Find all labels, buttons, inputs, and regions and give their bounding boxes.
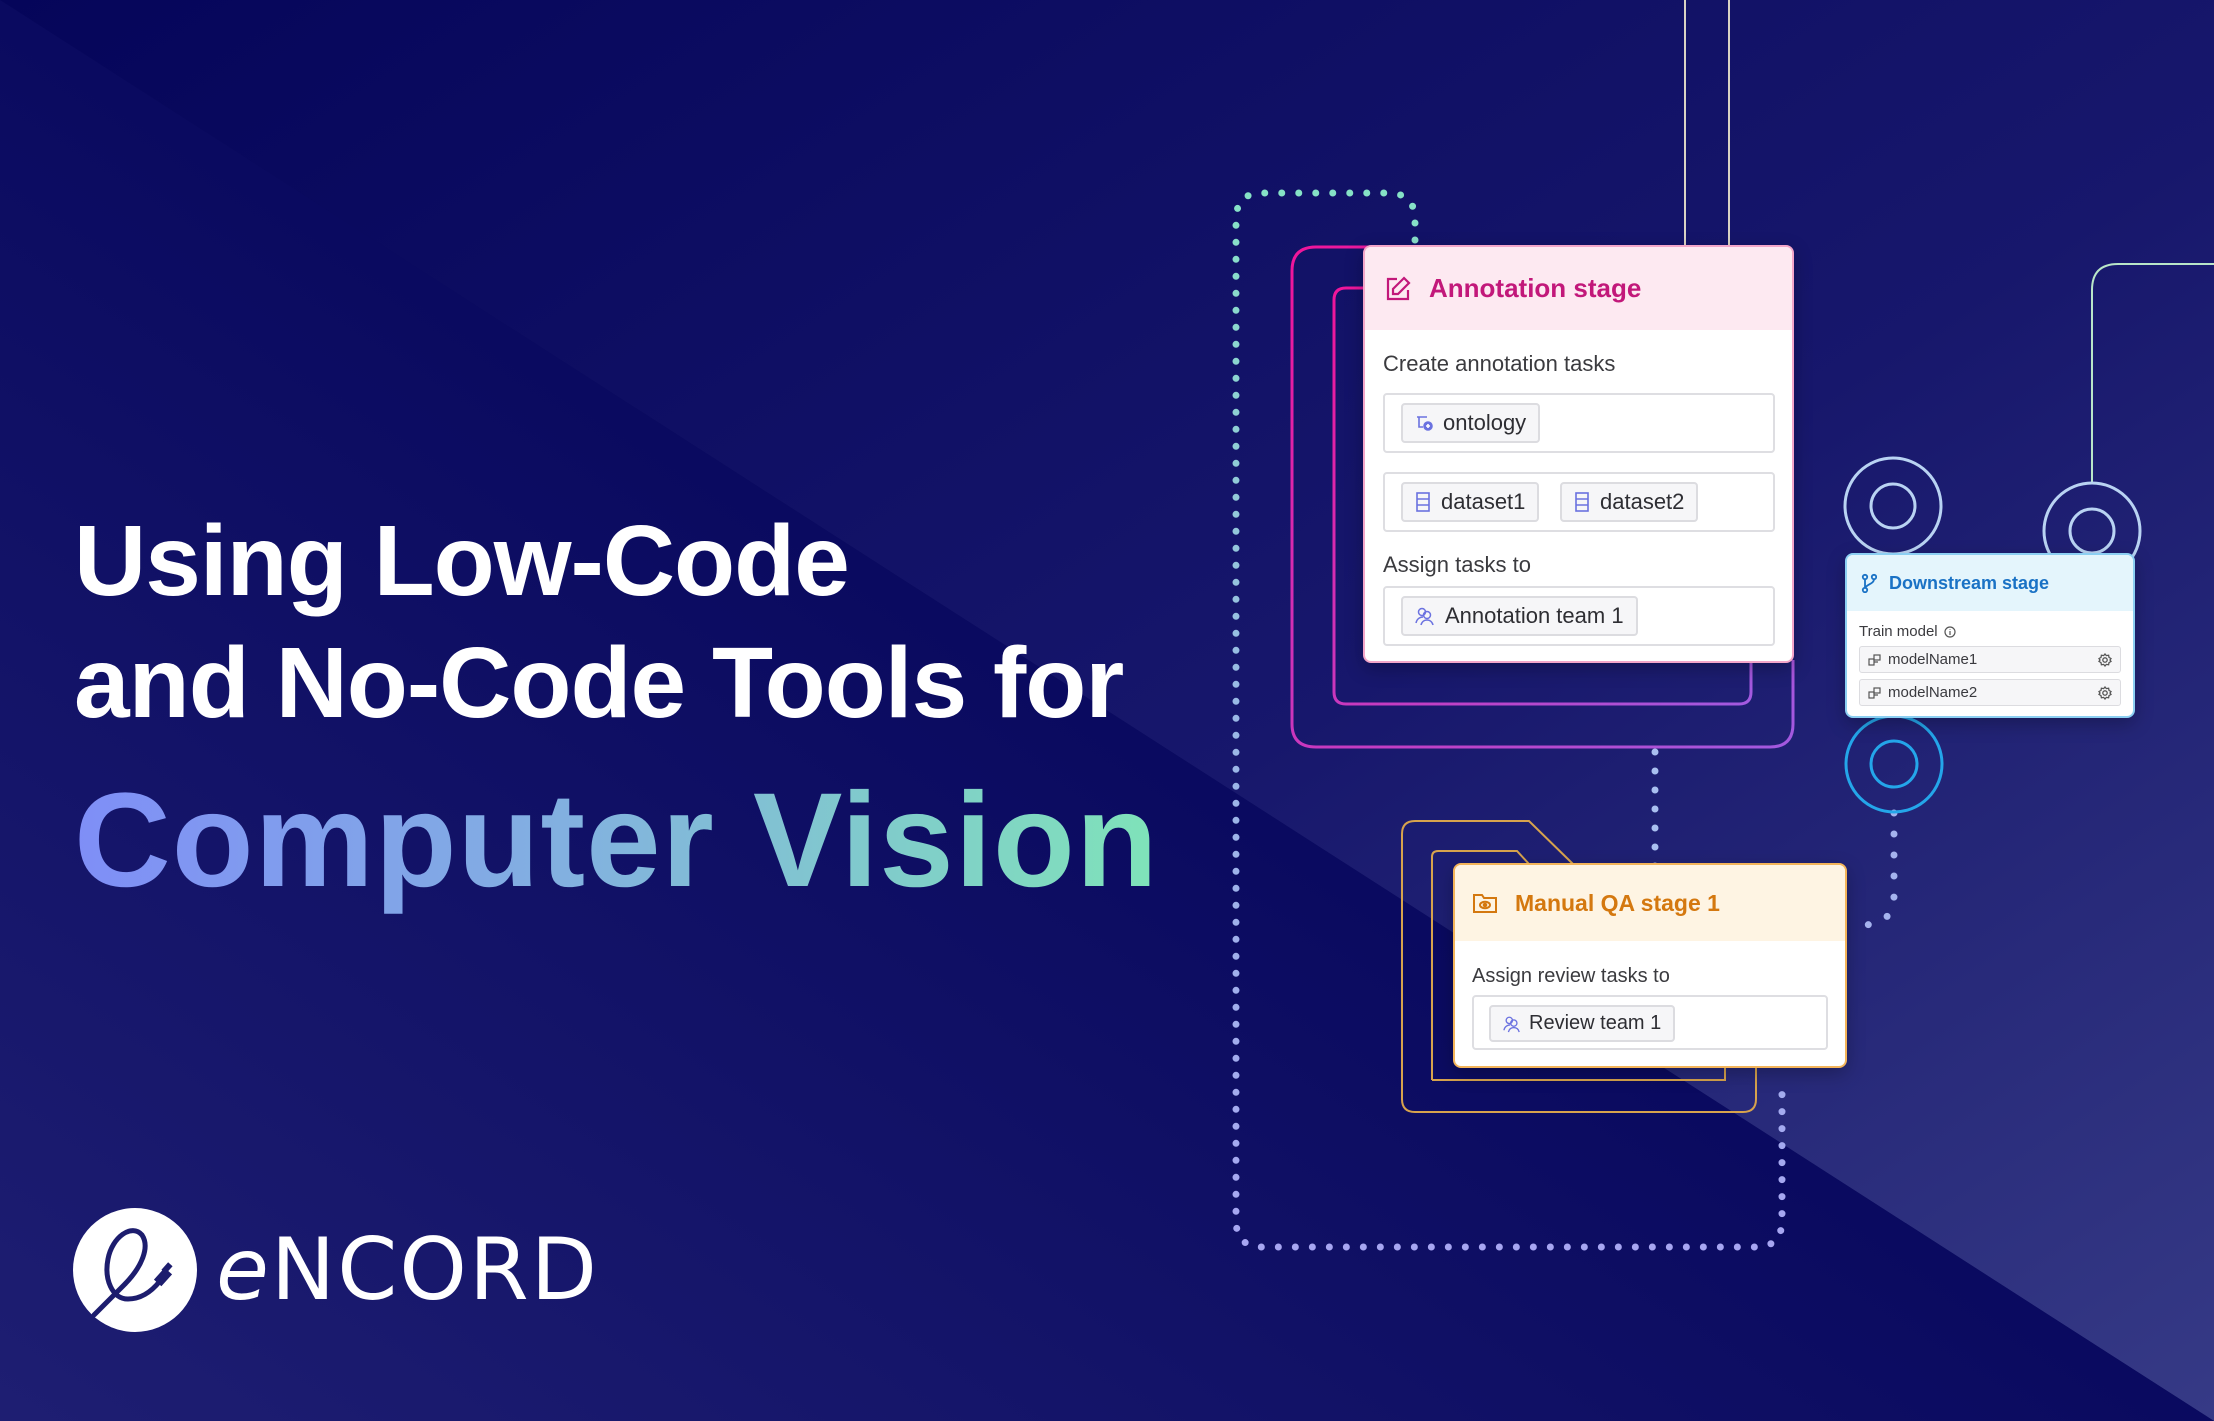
annotation-stage-header: Annotation stage <box>1365 247 1792 330</box>
team-chip[interactable]: Annotation team 1 <box>1401 596 1638 636</box>
dataset-icon <box>1416 492 1430 512</box>
qa-stage-card[interactable]: Manual QA stage 1 Assign review tasks to… <box>1453 863 1847 1068</box>
ontology-chip[interactable]: ontology <box>1401 403 1541 443</box>
info-icon[interactable] <box>1944 625 1956 638</box>
qa-stage-title: Manual QA stage 1 <box>1515 889 1720 916</box>
folder-eye-icon <box>1473 894 1497 913</box>
dataset-chip-label: dataset1 <box>1441 489 1526 514</box>
headline-line-1: Using Low-Code <box>74 505 850 617</box>
gear-icon[interactable] <box>2098 685 2112 700</box>
team-icon <box>1415 607 1434 626</box>
model-icon <box>1868 653 1881 666</box>
model-row[interactable]: modelName2 <box>1859 679 2121 706</box>
train-model-text: Train model <box>1859 623 1938 640</box>
team-chip[interactable]: Review team 1 <box>1489 1005 1676 1042</box>
gear-icon[interactable] <box>2098 652 2112 667</box>
encord-wordmark: eNCORD <box>216 1227 599 1313</box>
qa-stage-header: Manual QA stage 1 <box>1455 865 1845 941</box>
encord-logo: eNCORD <box>72 1206 599 1334</box>
headline-accent: Computer Vision <box>74 766 1159 915</box>
wordmark-e: e <box>216 1220 271 1320</box>
branch-icon <box>1861 573 1877 593</box>
downstream-stage-card[interactable]: Downstream stage Train model modelName1 … <box>1845 553 2135 718</box>
model-name: modelName2 <box>1888 684 1978 701</box>
team-icon <box>1503 1016 1520 1032</box>
dataset-icon <box>1575 492 1589 512</box>
assignee-field[interactable]: Annotation team 1 <box>1383 586 1775 646</box>
reviewer-field[interactable]: Review team 1 <box>1472 995 1828 1050</box>
ontology-chip-label: ontology <box>1443 410 1527 435</box>
annotation-stage-card[interactable]: Annotation stage Create annotation tasks… <box>1363 245 1794 663</box>
dataset-chip[interactable]: dataset1 <box>1401 482 1540 522</box>
headline: Using Low-Code and No-Code Tools for Com… <box>74 500 1159 916</box>
train-model-label: Train model <box>1859 623 1956 640</box>
assign-review-label: Assign review tasks to <box>1472 965 1670 987</box>
dataset-chip[interactable]: dataset2 <box>1560 482 1699 522</box>
encord-e-cable-icon <box>73 1208 197 1332</box>
datasets-field[interactable]: dataset1 dataset2 <box>1383 472 1775 532</box>
headline-line-2: and No-Code Tools for <box>74 627 1124 739</box>
ontology-field[interactable]: ontology <box>1383 393 1775 453</box>
team-chip-label: Annotation team 1 <box>1445 603 1624 628</box>
ontology-icon <box>1417 416 1433 431</box>
downstream-stage-title: Downstream stage <box>1889 572 2050 593</box>
downstream-stage-header: Downstream stage <box>1847 555 2133 611</box>
assign-tasks-label: Assign tasks to <box>1383 552 1531 577</box>
create-tasks-label: Create annotation tasks <box>1383 351 1616 376</box>
model-icon <box>1868 686 1881 699</box>
annotation-stage-title: Annotation stage <box>1429 273 1642 303</box>
model-name: modelName1 <box>1888 651 1978 668</box>
team-chip-label: Review team 1 <box>1529 1012 1662 1034</box>
model-row[interactable]: modelName1 <box>1859 646 2121 673</box>
wordmark-rest: NCORD <box>270 1220 599 1320</box>
dataset-chip-label: dataset2 <box>1600 489 1685 514</box>
edit-icon <box>1386 275 1411 300</box>
